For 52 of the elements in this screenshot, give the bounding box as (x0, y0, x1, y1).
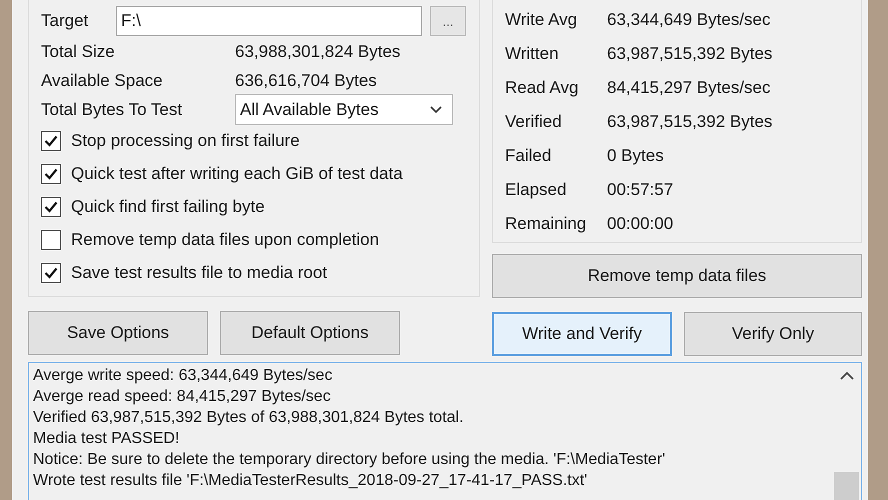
checkmark-icon (44, 168, 58, 180)
checkbox[interactable] (41, 230, 61, 250)
stat-label: Remaining (505, 214, 588, 234)
stat-value: 63,344,649 Bytes/sec (607, 10, 771, 30)
bytes-to-test-label: Total Bytes To Test (41, 100, 184, 120)
option-button[interactable]: Default Options (220, 311, 400, 355)
checkbox-label: Quick find first failing byte (71, 196, 265, 216)
log-line: Averge write speed: 63,344,649 Bytes/sec (33, 366, 334, 386)
target-label: Target (41, 11, 90, 31)
log-line: Wrote test results file 'F:\MediaTesterResults_2018-09-27_17-41-17_PASS.txt' (33, 471, 588, 491)
stat-value: 0 Bytes (607, 146, 664, 166)
bytes-to-test-dropdown[interactable]: All Available Bytes (235, 94, 453, 125)
stat-value: 84,415,297 Bytes/sec (607, 78, 771, 98)
stat-label: Elapsed (505, 180, 568, 200)
log-line: Notice: Be sure to delete the temporary directory before using the media. 'F:\MediaTester' (33, 450, 666, 470)
action-button[interactable]: Write and Verify (492, 312, 672, 356)
stat-label: Read Avg (505, 78, 580, 98)
info-value: 636,616,704 Bytes (235, 70, 377, 90)
checkbox-label: Stop processing on first failure (71, 130, 300, 150)
checkbox-label: Save test results file to media root (71, 262, 328, 282)
chevron-down-icon (430, 106, 442, 114)
stat-label: Write Avg (505, 10, 578, 30)
checkbox[interactable] (41, 196, 61, 216)
stat-value: 00:00:00 (607, 214, 674, 234)
stat-label: Verified (505, 112, 563, 132)
info-label: Available Space (41, 70, 164, 90)
browse-button[interactable]: ... (430, 6, 466, 36)
checkbox-label: Quick test after writing each GiB of test data (71, 164, 403, 184)
checkmark-icon (44, 266, 58, 278)
log-line: Averge read speed: 84,415,297 Bytes/sec (33, 387, 332, 407)
checkbox-label: Remove temp data files upon completion (71, 230, 380, 250)
scroll-up-icon[interactable] (840, 371, 854, 380)
stat-value: 63,987,515,392 Bytes (607, 44, 772, 64)
scrollbar-thumb[interactable] (834, 472, 859, 500)
checkbox[interactable] (41, 262, 61, 282)
checkbox[interactable] (41, 164, 61, 184)
action-button[interactable]: Verify Only (684, 312, 862, 356)
stat-label: Failed (505, 146, 552, 166)
checkmark-icon (44, 200, 58, 212)
info-value: 63,988,301,824 Bytes (235, 42, 400, 62)
target-field[interactable]: F:\ (116, 6, 422, 36)
option-button[interactable]: Save Options (28, 311, 208, 355)
log-textbox[interactable] (28, 362, 862, 500)
checkmark-icon (44, 134, 58, 146)
stat-label: Written (505, 44, 560, 64)
stat-value: 63,987,515,392 Bytes (607, 112, 772, 132)
checkbox[interactable] (41, 130, 61, 150)
log-line: Media test PASSED! (33, 429, 180, 449)
info-label: Total Size (41, 42, 116, 62)
log-line: Verified 63,987,515,392 Bytes of 63,988,301,824 Bytes total. (33, 408, 465, 428)
stat-value: 00:57:57 (607, 180, 674, 200)
remove-temp-button[interactable]: Remove temp data files (492, 254, 862, 298)
